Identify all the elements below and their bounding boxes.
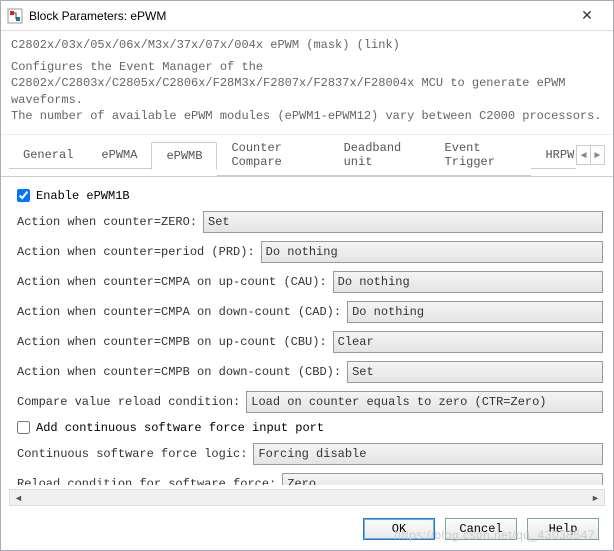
compare-reload-select[interactable]: Load on counter equals to zero (CTR=Zero… xyxy=(246,391,603,413)
reload-force-label: Reload condition for software force: xyxy=(17,477,276,485)
action-prd-label: Action when counter=period (PRD): xyxy=(17,245,255,259)
simulink-icon xyxy=(7,8,23,24)
tab-scroll-right[interactable]: ► xyxy=(591,145,605,165)
action-cbu-label: Action when counter=CMPB on up-count (CB… xyxy=(17,335,327,349)
tab-general[interactable]: General xyxy=(9,142,87,169)
force-logic-label: Continuous software force logic: xyxy=(17,447,247,461)
enable-epwm1b-checkbox[interactable] xyxy=(17,189,30,202)
action-zero-label: Action when counter=ZERO: xyxy=(17,215,197,229)
force-logic-select[interactable]: Forcing disable xyxy=(253,443,603,465)
action-cad-label: Action when counter=CMPA on down-count (… xyxy=(17,305,341,319)
action-cbu-select[interactable]: Clear xyxy=(333,331,603,353)
horizontal-scrollbar[interactable]: ◄ ► xyxy=(9,489,605,506)
tab-epwma[interactable]: ePWMA xyxy=(87,142,151,169)
add-force-input-label: Add continuous software force input port xyxy=(36,421,324,435)
dialog-window: Block Parameters: ePWM ✕ C2802x/03x/05x/… xyxy=(0,0,614,551)
tabstrip: General ePWMA ePWMB Counter Compare Dead… xyxy=(1,134,613,176)
window-title: Block Parameters: ePWM xyxy=(29,9,567,23)
action-zero-select[interactable]: Set xyxy=(203,211,603,233)
tab-scroll-left[interactable]: ◄ xyxy=(576,145,590,165)
action-cbd-label: Action when counter=CMPB on down-count (… xyxy=(17,365,341,379)
button-bar: OK Cancel Help https://blog.csdn.net/qq_… xyxy=(1,512,613,550)
add-force-input-checkbox[interactable] xyxy=(17,421,30,434)
mask-description: C2802x/03x/05x/06x/M3x/37x/07x/004x ePWM… xyxy=(1,31,613,134)
tab-deadband-unit[interactable]: Deadband unit xyxy=(330,135,431,176)
add-force-input-row: Add continuous software force input port xyxy=(17,421,603,435)
enable-epwm1b-checkbox-row: Enable ePWM1B xyxy=(17,189,603,203)
titlebar: Block Parameters: ePWM ✕ xyxy=(1,1,613,31)
action-cbd-select[interactable]: Set xyxy=(347,361,603,383)
close-button[interactable]: ✕ xyxy=(567,2,607,30)
action-cau-select[interactable]: Do nothing xyxy=(333,271,603,293)
tab-event-trigger[interactable]: Event Trigger xyxy=(431,135,532,176)
tab-hrpwm[interactable]: HRPW xyxy=(531,142,576,169)
action-cau-label: Action when counter=CMPA on up-count (CA… xyxy=(17,275,327,289)
action-cad-select[interactable]: Do nothing xyxy=(347,301,603,323)
reload-force-select[interactable]: Zero xyxy=(282,473,603,485)
scroll-left-arrow[interactable]: ◄ xyxy=(10,490,27,505)
enable-epwm1b-label: Enable ePWM1B xyxy=(36,189,130,203)
tab-epwmb[interactable]: ePWMB xyxy=(151,142,217,170)
help-button[interactable]: Help xyxy=(527,518,599,540)
tab-counter-compare[interactable]: Counter Compare xyxy=(217,135,329,176)
action-prd-select[interactable]: Do nothing xyxy=(261,241,603,263)
description-line2: The number of available ePWM modules (eP… xyxy=(11,108,603,124)
mask-link-text: C2802x/03x/05x/06x/M3x/37x/07x/004x ePWM… xyxy=(11,37,603,53)
scroll-right-arrow[interactable]: ► xyxy=(587,490,604,505)
tab-panel-epwmb: Enable ePWM1B Action when counter=ZERO: … xyxy=(1,176,613,485)
ok-button[interactable]: OK xyxy=(363,518,435,540)
compare-reload-label: Compare value reload condition: xyxy=(17,395,240,409)
description-line1: Configures the Event Manager of the C280… xyxy=(11,59,603,108)
cancel-button[interactable]: Cancel xyxy=(445,518,517,540)
